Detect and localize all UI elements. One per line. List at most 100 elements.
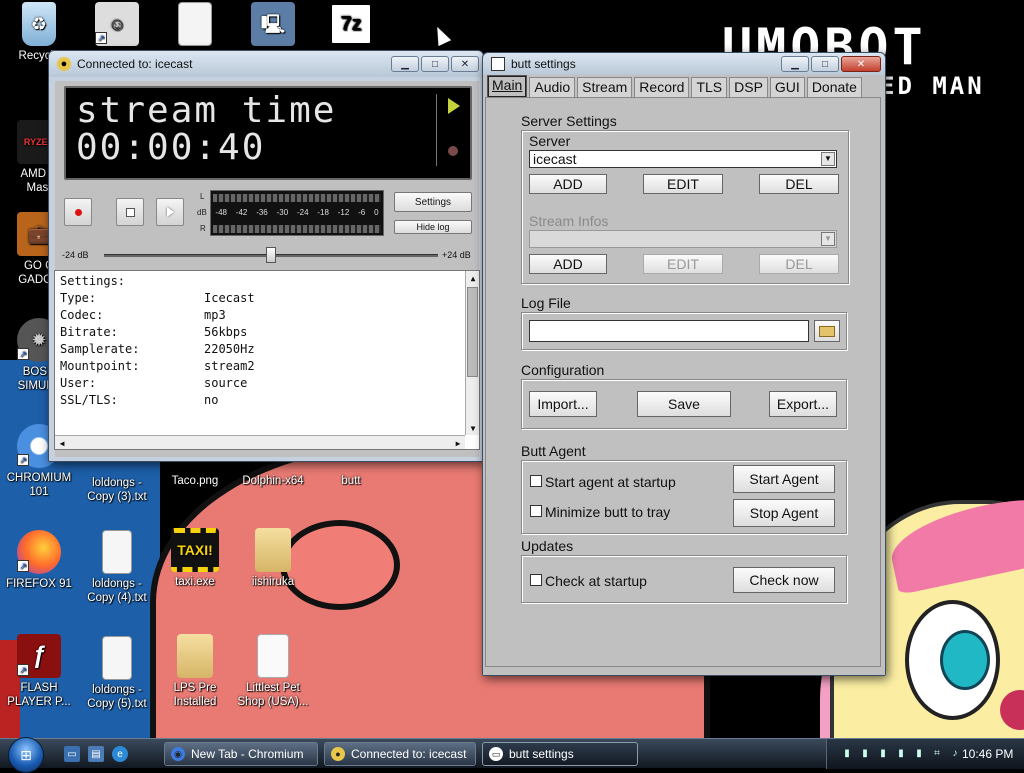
tray-app-icon[interactable]: ▮ <box>877 747 889 760</box>
tab-main[interactable]: Main <box>487 75 528 97</box>
taskbar-button-label: butt settings <box>509 747 574 761</box>
wallpaper-logo-subtitle: ED MAN <box>880 72 985 100</box>
switch-windows-icon[interactable]: ▤ <box>88 746 104 762</box>
desktop-icon-firefox[interactable]: ↗ FIREFOX 91 <box>0 530 78 591</box>
record-button[interactable] <box>64 198 92 226</box>
taskbar-button-chromium[interactable]: ◉ New Tab - Chromium <box>164 742 318 766</box>
save-config-button[interactable]: Save <box>637 391 731 417</box>
vu-scale-tick: -48 <box>215 208 227 217</box>
play-button[interactable] <box>156 198 184 226</box>
desktop-icon-butt[interactable]: butt <box>312 474 390 488</box>
desktop-icon-label: Littlest Pet Shop (USA)... <box>237 682 309 708</box>
desktop-icon-7zip[interactable]: 7z <box>312 2 390 49</box>
server-select[interactable]: icecast ▼ <box>529 150 837 168</box>
desktop-icon-document[interactable] <box>156 2 234 49</box>
log-line: Codec: mp3 <box>60 308 460 325</box>
server-delete-button[interactable]: DEL <box>759 174 839 194</box>
maximize-button[interactable]: □ <box>421 56 449 72</box>
scroll-up-icon[interactable]: ▲ <box>466 271 480 285</box>
internet-explorer-icon[interactable]: e <box>112 746 128 762</box>
minimize-button[interactable]: ▁ <box>391 56 419 72</box>
hide-log-button[interactable]: Hide log <box>394 220 472 234</box>
dropdown-arrow-icon[interactable]: ▼ <box>821 152 835 166</box>
scroll-down-icon[interactable]: ▼ <box>466 421 480 435</box>
scroll-left-icon[interactable]: ◀ <box>55 436 69 450</box>
export-config-button[interactable]: Export... <box>769 391 837 417</box>
tray-app-icon[interactable]: ▮ <box>913 747 925 760</box>
stream-infos-edit-button[interactable]: EDIT <box>643 254 723 274</box>
main-window-titlebar[interactable]: ● Connected to: icecast ▁ □ ✕ <box>49 51 483 77</box>
desktop-icon-taxi[interactable]: TAXI! taxi.exe <box>156 528 234 589</box>
log-file-input[interactable] <box>529 320 809 342</box>
check-now-button[interactable]: Check now <box>733 567 835 593</box>
tray-app-icon[interactable]: ▮ <box>895 747 907 760</box>
vu-right-channel-label: R <box>200 224 206 233</box>
desktop-icon-label: loldongs - Copy (5).txt <box>87 684 147 710</box>
butt-agent-title: Butt Agent <box>521 443 586 459</box>
desktop-icon-loldongs-5[interactable]: loldongs - Copy (5).txt <box>78 636 156 711</box>
server-edit-button[interactable]: EDIT <box>643 174 723 194</box>
desktop-icon-iishiruka[interactable]: iishiruka <box>234 528 312 589</box>
tab-gui[interactable]: GUI <box>769 77 805 97</box>
desktop-icon-installer[interactable]: 🖳 <box>234 2 312 49</box>
start-agent-at-startup-checkbox[interactable] <box>530 475 542 487</box>
tray-app-icon[interactable]: ▮ <box>841 747 853 760</box>
log-line: User: source <box>60 376 460 393</box>
stream-infos-add-button[interactable]: ADD <box>529 254 607 274</box>
minimize-to-tray-checkbox[interactable] <box>530 505 542 517</box>
log-scroll-thumb[interactable] <box>467 287 478 377</box>
tab-audio[interactable]: Audio <box>529 77 576 97</box>
desktop-icon-littlest-pet-shop[interactable]: Littlest Pet Shop (USA)... <box>234 634 312 709</box>
stop-agent-button[interactable]: Stop Agent <box>733 499 835 527</box>
log-value: Icecast <box>204 291 255 305</box>
vu-scale-tick: -12 <box>337 208 350 217</box>
desktop-icon-loldongs-3[interactable]: loldongs - Copy (3).txt <box>78 476 156 504</box>
desktop-icon-dolphin[interactable]: Dolphin-x64 <box>234 474 312 488</box>
settings-window-titlebar[interactable]: butt settings ▁ □ ✕ <box>483 53 885 75</box>
log-vertical-scrollbar[interactable]: ▲ ▼ <box>465 271 479 435</box>
stop-button[interactable] <box>116 198 144 226</box>
taskbar-button-butt-settings[interactable]: ▭ butt settings <box>482 742 638 766</box>
butt-app-icon: ● <box>331 747 345 761</box>
gain-slider-thumb[interactable] <box>266 247 276 263</box>
tab-donate[interactable]: Donate <box>806 77 862 97</box>
check-updates-at-startup-checkbox[interactable] <box>530 574 542 586</box>
dropdown-arrow-icon[interactable]: ▼ <box>821 232 835 246</box>
log-horizontal-scrollbar[interactable]: ◀ ▶ <box>55 435 465 449</box>
desktop-icon-photo[interactable]: ☺ ↗ <box>78 2 156 49</box>
tab-tls[interactable]: TLS <box>691 77 728 97</box>
desktop-icon-lps-pre-installed[interactable]: LPS Pre Installed <box>156 634 234 709</box>
close-button[interactable]: ✕ <box>841 56 881 72</box>
tab-stream[interactable]: Stream <box>577 77 633 97</box>
scroll-right-icon[interactable]: ▶ <box>451 436 465 450</box>
play-icon <box>166 207 174 217</box>
log-output[interactable]: Settings: Type: Icecast Codec: mp3 Bitrate: 5… <box>54 270 480 450</box>
browse-log-file-button[interactable] <box>814 320 840 342</box>
network-icon[interactable]: ⌗ <box>931 747 943 760</box>
desktop-icon-flash-player[interactable]: ƒ ↗ FLASH PLAYER P... <box>0 634 78 709</box>
tab-dsp[interactable]: DSP <box>729 77 768 97</box>
seven-zip-icon: 7z <box>329 2 373 46</box>
configuration-title: Configuration <box>521 362 605 378</box>
stream-infos-delete-button[interactable]: DEL <box>759 254 839 274</box>
settings-button[interactable]: Settings <box>394 192 472 212</box>
stream-time-display[interactable]: stream time 00:00:40 <box>64 86 472 180</box>
tab-record[interactable]: Record <box>634 77 690 97</box>
desktop-icon-loldongs-4[interactable]: loldongs - Copy (4).txt <box>78 530 156 605</box>
taskbar-clock[interactable]: 10:46 PM <box>962 747 1013 761</box>
start-agent-button[interactable]: Start Agent <box>733 465 835 493</box>
close-button[interactable]: ✕ <box>451 56 479 72</box>
taskbar-button-label: Connected to: icecast <box>351 747 467 761</box>
stream-infos-select[interactable]: ▼ <box>529 230 837 248</box>
server-add-button[interactable]: ADD <box>529 174 607 194</box>
log-line: Samplerate: 22050Hz <box>60 342 460 359</box>
tray-app-icon[interactable]: ▮ <box>859 747 871 760</box>
import-config-button[interactable]: Import... <box>529 391 597 417</box>
show-desktop-icon[interactable]: ▭ <box>64 746 80 762</box>
desktop-icon-taco[interactable]: Taco.png <box>156 474 234 488</box>
volume-icon[interactable]: ♪ <box>949 747 961 760</box>
minimize-button[interactable]: ▁ <box>781 56 809 72</box>
maximize-button[interactable]: □ <box>811 56 839 72</box>
text-file-icon <box>102 636 132 680</box>
taskbar-button-butt-main[interactable]: ● Connected to: icecast <box>324 742 476 766</box>
